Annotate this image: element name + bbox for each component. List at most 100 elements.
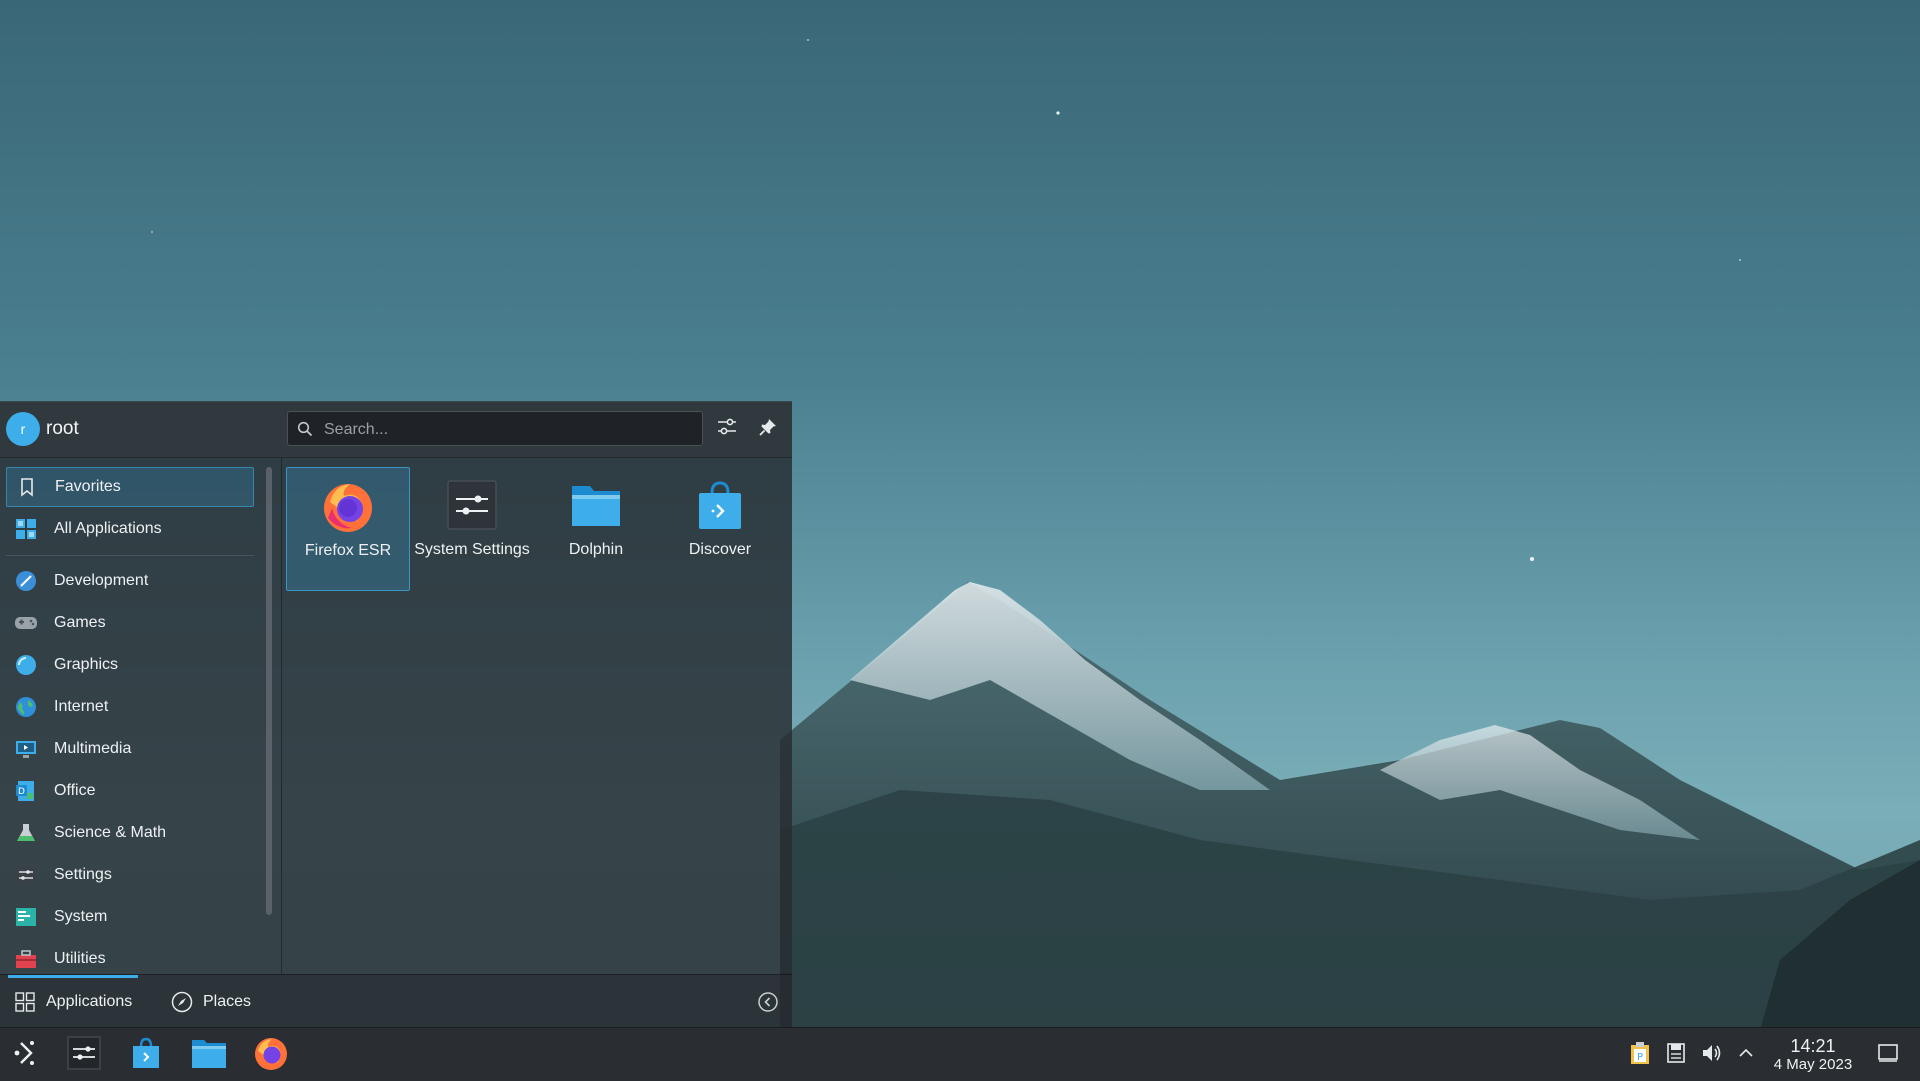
folder-icon	[568, 477, 624, 533]
favorite-system-settings[interactable]: System Settings	[410, 467, 534, 591]
tab-applications[interactable]: Applications	[7, 975, 139, 1029]
volume-icon	[1701, 1042, 1723, 1069]
tab-places[interactable]: Places	[171, 975, 251, 1029]
sidebar-item-office[interactable]: D Office	[6, 771, 254, 811]
discover-icon	[130, 1036, 162, 1075]
launcher-header: r root	[0, 402, 792, 458]
taskbar-firefox[interactable]	[251, 1035, 291, 1075]
sidebar-item-graphics[interactable]: Graphics	[6, 645, 254, 685]
flask-icon	[14, 821, 38, 845]
digital-clock[interactable]: 14:21 4 May 2023	[1768, 1037, 1858, 1074]
chevron-left-circle-icon	[756, 992, 780, 1018]
app-launcher-icon	[10, 1037, 42, 1074]
graphics-icon	[14, 653, 38, 677]
office-icon: D	[14, 779, 38, 803]
sidebar-item-development[interactable]: Development	[6, 561, 254, 601]
sidebar-item-internet[interactable]: Internet	[6, 687, 254, 727]
sidebar-item-settings[interactable]: Settings	[6, 855, 254, 895]
panel-divider	[281, 458, 282, 974]
favorites-grid: Firefox ESR System Settings Dolphin Disc…	[286, 466, 786, 966]
tray-clipboard[interactable]: P	[1627, 1041, 1653, 1070]
svg-text:P: P	[1637, 1052, 1643, 1063]
clock-date: 4 May 2023	[1773, 1056, 1853, 1073]
firefox-icon	[253, 1035, 289, 1076]
search-icon	[297, 421, 313, 437]
configure-button[interactable]	[712, 414, 742, 444]
clipboard-icon: P	[1629, 1041, 1651, 1070]
pin-icon	[758, 417, 778, 442]
tray-storage[interactable]	[1663, 1042, 1689, 1068]
category-sidebar: Favorites All Applications Development G…	[0, 458, 262, 974]
chevron-up-icon	[1737, 1044, 1755, 1067]
svg-text:D: D	[18, 787, 25, 797]
sidebar-item-label: Office	[54, 782, 96, 799]
taskbar-system-settings[interactable]	[64, 1035, 104, 1075]
application-launcher: r root Favorites All Applications	[0, 401, 792, 1029]
applications-grid-icon	[14, 991, 36, 1013]
development-icon	[14, 569, 38, 593]
taskbar: P 14:21 4 May 2023	[0, 1027, 1920, 1081]
toolbox-icon	[14, 947, 38, 971]
sidebar-item-utilities[interactable]: Utilities	[6, 939, 254, 974]
sidebar-item-label: Science & Math	[54, 824, 167, 841]
sidebar-item-favorites[interactable]: Favorites	[6, 467, 254, 507]
sidebar-item-label: Favorites	[55, 478, 121, 495]
favorite-label: System Settings	[414, 541, 530, 558]
system-icon	[14, 905, 38, 929]
storage-icon	[1666, 1042, 1686, 1069]
search-box[interactable]	[287, 411, 703, 447]
taskbar-dolphin[interactable]	[189, 1035, 229, 1075]
sidebar-item-label: All Applications	[54, 520, 162, 537]
tab-places-label: Places	[203, 993, 252, 1010]
favorite-label: Firefox ESR	[304, 542, 392, 559]
favorite-label: Discover	[688, 541, 752, 558]
sidebar-item-label: Utilities	[54, 950, 106, 967]
bookmark-icon	[15, 475, 39, 499]
sliders-icon	[716, 416, 738, 443]
multimedia-icon	[14, 737, 38, 761]
launcher-footer: Applications Places	[0, 974, 792, 1029]
shopping-bag-icon	[692, 477, 748, 533]
taskbar-discover[interactable]	[126, 1035, 166, 1075]
sidebar-item-label: Development	[54, 572, 149, 589]
sidebar-separator	[6, 555, 254, 556]
sidebar-item-system[interactable]: System	[6, 897, 254, 937]
sidebar-item-label: System	[54, 908, 108, 925]
search-input[interactable]	[322, 412, 696, 447]
favorite-label: Dolphin	[568, 541, 624, 558]
sidebar-item-games[interactable]: Games	[6, 603, 254, 643]
avatar-initial: r	[20, 421, 26, 437]
tray-expand-button[interactable]	[1733, 1042, 1759, 1068]
favorite-discover[interactable]: Discover	[658, 467, 782, 591]
favorite-firefox-esr[interactable]: Firefox ESR	[286, 467, 410, 591]
sidebar-item-label: Internet	[54, 698, 109, 715]
user-name: root	[46, 418, 79, 439]
tab-applications-label: Applications	[46, 993, 133, 1010]
clock-time: 14:21	[1790, 1036, 1836, 1056]
show-desktop-icon	[1877, 1043, 1899, 1068]
power-session-button[interactable]	[756, 990, 780, 1014]
sidebar-item-all-applications[interactable]: All Applications	[6, 509, 254, 549]
tray-volume[interactable]	[1699, 1042, 1725, 1068]
sidebar-item-label: Graphics	[54, 656, 119, 673]
show-desktop-button[interactable]	[1875, 1042, 1901, 1068]
pin-button[interactable]	[753, 414, 783, 444]
sidebar-scrollbar[interactable]	[266, 467, 272, 915]
favorite-dolphin[interactable]: Dolphin	[534, 467, 658, 591]
globe-icon	[14, 695, 38, 719]
sidebar-item-label: Settings	[54, 866, 112, 883]
sidebar-item-multimedia[interactable]: Multimedia	[6, 729, 254, 769]
gamepad-icon	[14, 611, 38, 635]
compass-icon	[171, 991, 193, 1013]
system-settings-icon	[444, 477, 500, 533]
dolphin-icon	[191, 1037, 227, 1074]
app-launcher-button[interactable]	[6, 1035, 46, 1075]
sidebar-item-science-math[interactable]: Science & Math	[6, 813, 254, 853]
user-avatar[interactable]: r	[6, 412, 40, 446]
sidebar-item-label: Games	[54, 614, 106, 631]
settings-icon	[14, 863, 38, 887]
system-settings-icon	[67, 1036, 101, 1075]
sidebar-item-label: Multimedia	[54, 740, 132, 757]
grid-icon	[14, 517, 38, 541]
firefox-icon	[320, 478, 376, 534]
